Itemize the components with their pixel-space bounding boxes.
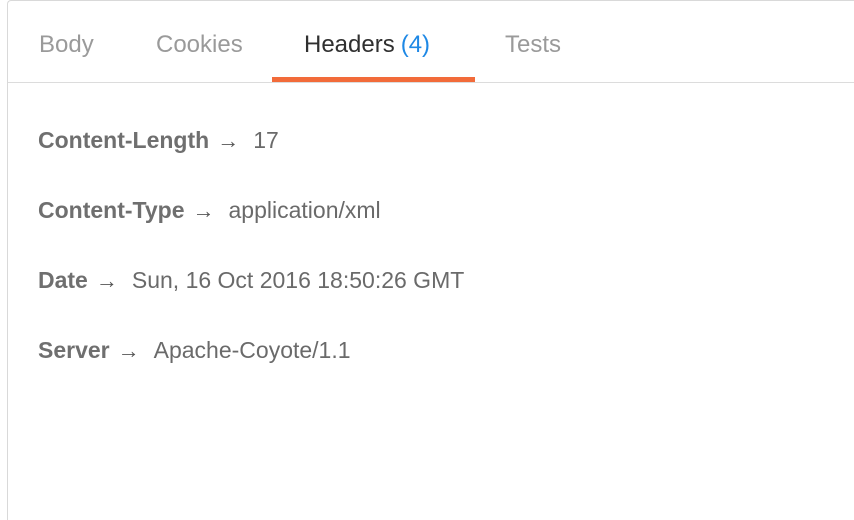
tab-headers-label: Headers (304, 31, 395, 58)
response-tabs: Body Cookies Headers (4) Tests (8, 1, 854, 83)
header-key: Content-Length (38, 127, 210, 153)
header-row: Content-Length → 17 (38, 125, 279, 156)
right-arrow-icon: → (192, 198, 215, 223)
tab-headers[interactable]: Headers (4) (304, 31, 430, 83)
tab-body-label: Body (39, 31, 94, 58)
header-key: Server (38, 337, 110, 363)
active-tab-indicator (272, 77, 475, 82)
header-value: Sun, 16 Oct 2016 18:50:26 GMT (131, 267, 465, 293)
tab-tests[interactable]: Tests (505, 31, 561, 83)
header-row: Content-Type → application/xml (38, 195, 381, 226)
header-key: Content-Type (38, 197, 185, 223)
headers-count-badge: (4) (400, 31, 431, 58)
header-value: Apache-Coyote/1.1 (153, 337, 351, 363)
tab-tests-label: Tests (505, 31, 562, 58)
tab-cookies[interactable]: Cookies (156, 31, 243, 83)
header-row: Date → Sun, 16 Oct 2016 18:50:26 GMT (38, 265, 464, 296)
tab-cookies-label: Cookies (156, 31, 243, 58)
header-row: Server → Apache-Coyote/1.1 (38, 335, 351, 366)
response-panel: Body Cookies Headers (4) Tests Content-Le… (7, 0, 854, 520)
header-value: application/xml (228, 197, 381, 223)
right-arrow-icon: → (95, 268, 118, 293)
right-arrow-icon: → (117, 338, 140, 363)
header-key: Date (38, 267, 88, 293)
header-value: 17 (253, 127, 279, 153)
right-arrow-icon: → (217, 128, 240, 153)
tab-body[interactable]: Body (39, 31, 94, 83)
